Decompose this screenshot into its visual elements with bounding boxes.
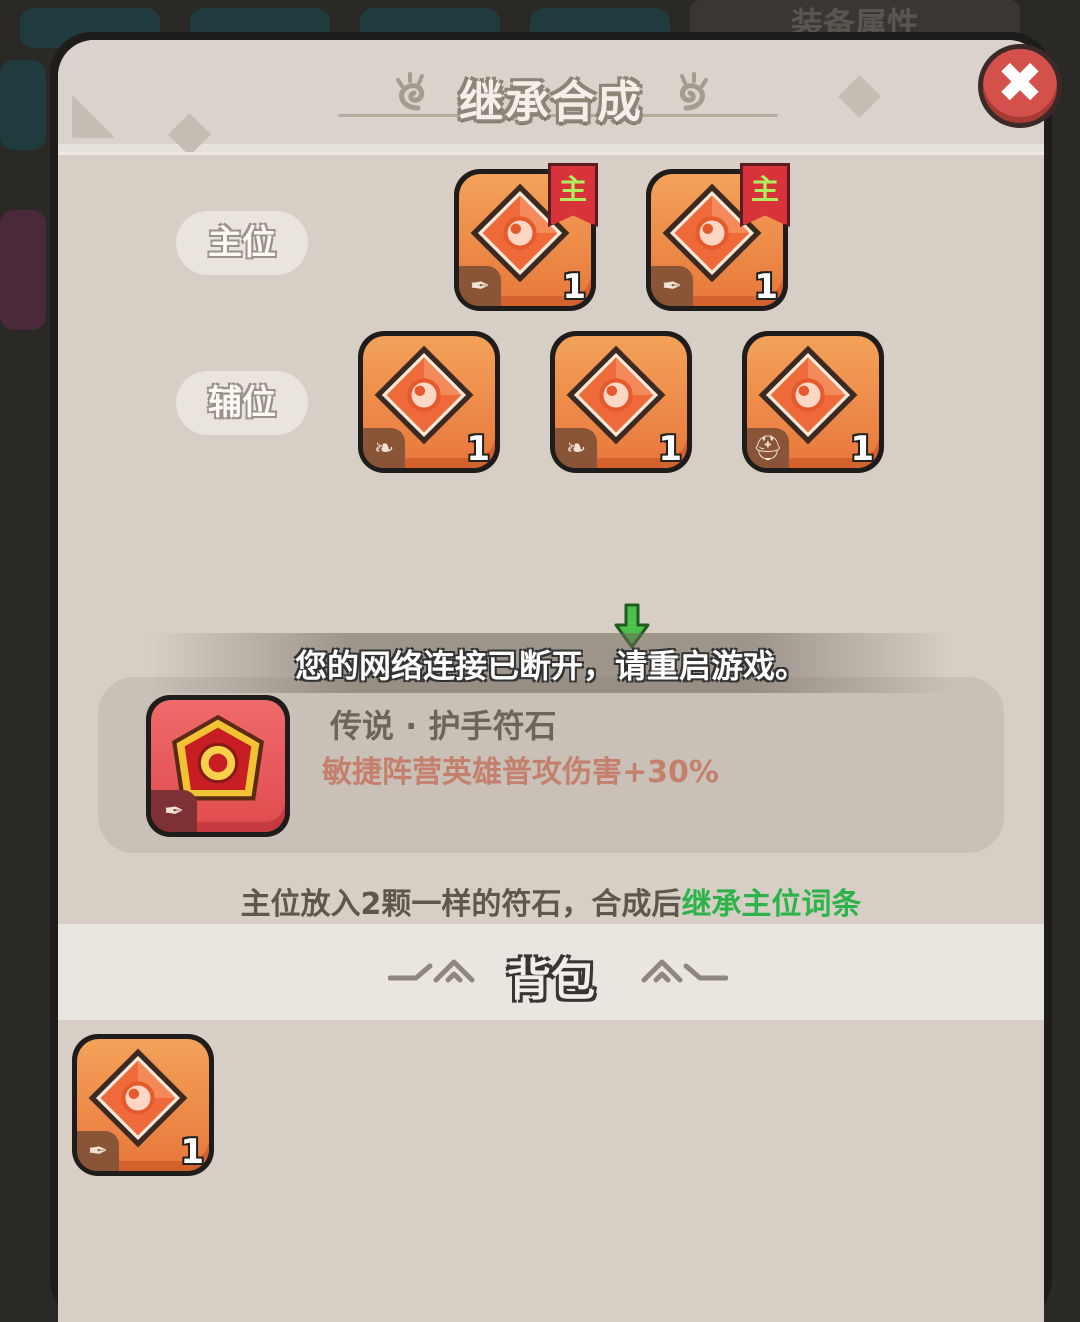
network-disconnected-toast: 您的网络连接已断开，请重启游戏。 — [294, 647, 807, 685]
background-side-tab — [0, 60, 46, 150]
bag-rune-item[interactable]: ✒ 1 — [72, 1034, 214, 1176]
item-count: 1 — [658, 429, 682, 469]
leaf-icon: ❧ — [555, 428, 597, 468]
feather-icon: ✒ — [459, 266, 501, 306]
item-count: 1 — [754, 267, 778, 307]
hint-highlight: 继承主位词条 — [681, 887, 862, 922]
merge-hint: 主位放入2颗一样的符石，合成后继承主位词条 — [58, 879, 1044, 923]
item-count: 1 — [850, 429, 874, 469]
result-preview-card: ✒ 传说 · 护手符石 敏捷阵营英雄普攻伤害+30% — [98, 677, 1004, 853]
result-description: 敏捷阵营英雄普攻伤害+30% — [322, 755, 719, 790]
feather-icon: ✒ — [77, 1131, 119, 1171]
item-count: 1 — [466, 429, 490, 469]
main-slot-rune[interactable]: ✒ 1 主 — [454, 163, 598, 311]
main-slot-rune[interactable]: ✒ 1 主 — [646, 163, 790, 311]
leaf-icon: ❧ — [363, 428, 405, 468]
main-slot-label: 主位 — [176, 211, 308, 275]
dialog-header: ◣ ◆ ◆ 继承合成 — [58, 40, 1044, 163]
bag-inventory: ✒ 1 — [58, 1020, 1044, 1322]
background-side-tab — [0, 210, 46, 330]
bag-title: 背包 — [507, 955, 595, 1006]
feather-icon: ✒ — [651, 266, 693, 306]
swirl-icon — [679, 72, 708, 111]
bag-header: 背包 — [58, 924, 1044, 1020]
item-count: 1 — [562, 267, 586, 307]
feather-icon: ✒ — [151, 790, 197, 832]
legendary-gauntlet-rune[interactable]: ✒ — [146, 695, 290, 837]
dialog-title: 继承合成 — [459, 77, 643, 128]
aux-slot-label: 辅位 — [176, 371, 308, 435]
dialog-body: ◣ ◆ ◆ 继承合成 主位 辅位 ✒ 1 主 ✒ 1 主 ❧ 1 ❧ 1 ⛑ 1… — [58, 40, 1044, 1322]
close-button[interactable]: ✖ — [978, 44, 1062, 128]
mountain-deco-icon — [641, 959, 728, 983]
inherit-merge-dialog: ◣ ◆ ◆ 继承合成 主位 辅位 ✒ 1 主 ✒ 1 主 ❧ 1 ❧ 1 ⛑ 1… — [50, 32, 1062, 1322]
hint-text: 主位放入2颗一样的符石，合成后 — [240, 887, 682, 922]
helmet-icon: ⛑ — [747, 428, 789, 468]
aux-slot-rune[interactable]: ❧ 1 — [358, 331, 500, 473]
item-count: 1 — [180, 1132, 204, 1172]
result-name: 传说 · 护手符石 — [330, 707, 557, 745]
aux-slot-rune[interactable]: ❧ 1 — [550, 331, 692, 473]
merge-area: 主位 辅位 ✒ 1 主 ✒ 1 主 ❧ 1 ❧ 1 ⛑ 1 ✒ 传说 · 护手符… — [58, 152, 1044, 1027]
aux-slot-rune[interactable]: ⛑ 1 — [742, 331, 884, 473]
